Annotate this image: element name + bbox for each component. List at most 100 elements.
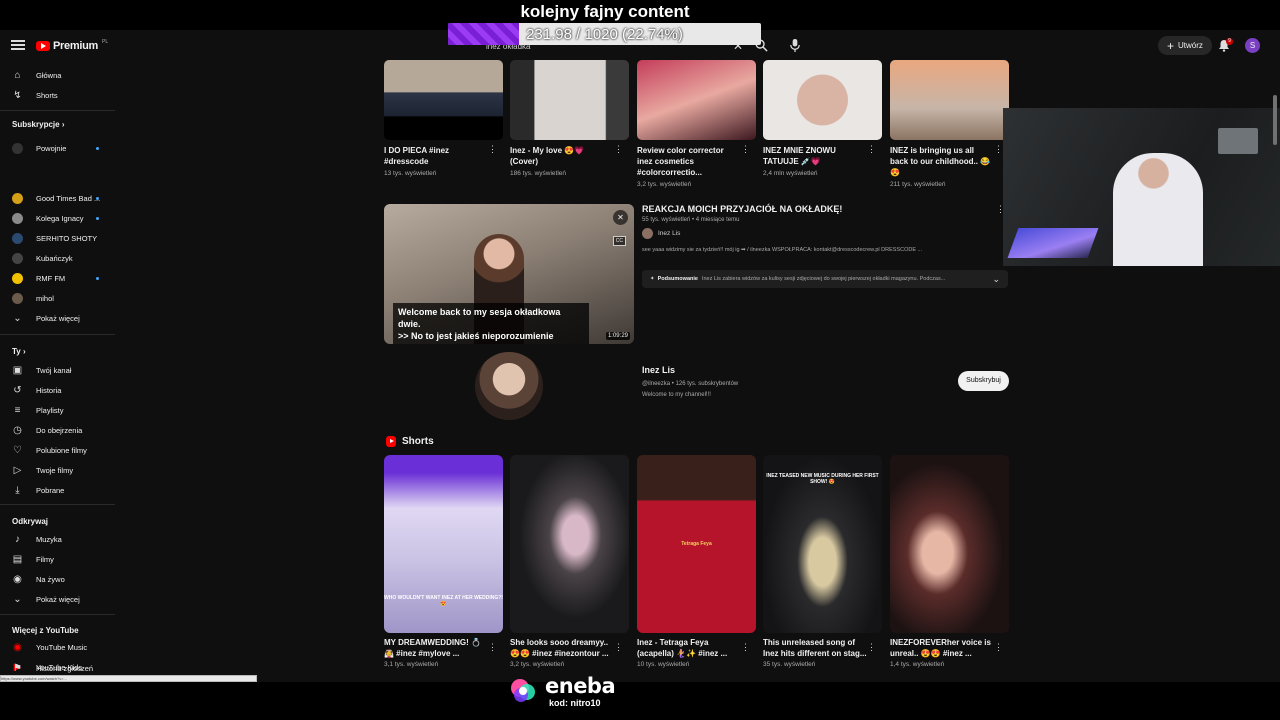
short-thumbnail[interactable]: [510, 455, 629, 633]
sidebar-item-playlists[interactable]: ≡ Playlisty: [0, 401, 115, 419]
short-title[interactable]: She looks sooo dreamyy.. 😍😍 #inez #inezo…: [510, 637, 614, 659]
video-thumbnail[interactable]: [637, 60, 756, 140]
sidebar-item-label: Historia zgłoszeń: [36, 663, 94, 673]
video-thumbnail[interactable]: [510, 60, 629, 140]
video-card[interactable]: Review color corrector inez cosmetics #c…: [637, 60, 756, 188]
more-options-icon[interactable]: ⋮: [614, 145, 623, 154]
video-title[interactable]: Review color corrector inez cosmetics #c…: [637, 145, 741, 178]
sidebar-item-music[interactable]: ♪ Muzyka: [0, 530, 115, 548]
video-title[interactable]: Inez - My love 😍💗 (Cover): [510, 145, 614, 167]
video-title[interactable]: INEZ MNIE ZNOWU TATUUJE 💉💗: [763, 145, 867, 167]
more-options-icon[interactable]: ⋮: [867, 145, 876, 154]
video-thumbnail[interactable]: [763, 60, 882, 140]
sidebar-item-your-channel[interactable]: ▣ Twój kanał: [0, 361, 115, 379]
your-videos-icon: ▷: [13, 464, 22, 476]
subscription-item[interactable]: Kubańczyk: [0, 249, 115, 267]
video-duration: 1:09:29: [605, 332, 630, 340]
like-icon: ♡: [13, 444, 22, 456]
short-card[interactable]: INEZFOREVERher voice is unreal.. 😍😍 #ine…: [890, 455, 1009, 668]
subscription-item[interactable]: mihol: [0, 289, 115, 307]
sidebar-item-label: Historia: [36, 385, 62, 395]
you-heading[interactable]: Ty ›: [12, 347, 26, 356]
video-card[interactable]: I DO PIECA #inez #dresscode 13 tys. wyśw…: [384, 60, 503, 177]
sidebar-item-watch-later[interactable]: ◷ Do obejrzenia: [0, 421, 115, 439]
subscription-item[interactable]: Kolega Ignacy: [0, 209, 115, 227]
short-card[interactable]: WHO WOULDN'T WANT INEZ AT HER WEDDING?! …: [384, 455, 503, 668]
mute-icon[interactable]: ✕: [613, 210, 628, 225]
video-card[interactable]: INEZ is bringing us all back to our chil…: [890, 60, 1009, 188]
microphone-icon[interactable]: [788, 38, 802, 53]
short-thumbnail[interactable]: [890, 455, 1009, 633]
sidebar-item-downloads[interactable]: ⤓ Pobrane: [0, 481, 115, 499]
featured-video-player[interactable]: ✕ CC Welcome back to my sesja okładkowa …: [384, 204, 634, 344]
more-options-icon[interactable]: ⋮: [614, 643, 623, 652]
sidebar-item-liked[interactable]: ♡ Polubione filmy: [0, 441, 115, 459]
chevron-down-icon[interactable]: ⌄: [992, 274, 1000, 285]
more-options-icon[interactable]: ⋮: [488, 145, 497, 154]
sidebar-item-live[interactable]: ◉ Na żywo: [0, 570, 115, 588]
short-card[interactable]: She looks sooo dreamyy.. 😍😍 #inez #inezo…: [510, 455, 629, 668]
sidebar-item-label: Kubańczyk: [36, 253, 73, 263]
sidebar-item-your-videos[interactable]: ▷ Twoje filmy: [0, 461, 115, 479]
sidebar-item-home[interactable]: ⌂ Główna: [0, 66, 115, 84]
summary-label: Podsumowanie: [657, 276, 698, 282]
more-options-icon[interactable]: ⋮: [741, 145, 750, 154]
short-thumbnail[interactable]: WHO WOULDN'T WANT INEZ AT HER WEDDING?! …: [384, 455, 503, 633]
account-avatar[interactable]: S: [1245, 38, 1260, 53]
short-card[interactable]: INEZ TEASED NEW MUSIC DURING HER FIRST S…: [763, 455, 882, 668]
short-views: 1,4 tys. wyświetleń: [890, 661, 945, 668]
hamburger-menu-icon[interactable]: [11, 40, 25, 50]
show-more-explore[interactable]: ⌄ Pokaż więcej: [0, 590, 115, 608]
short-title[interactable]: Inez - Tetraga Feya (acapella) 🧜‍♀️✨ #in…: [637, 637, 741, 659]
more-options-icon[interactable]: ⋮: [867, 643, 876, 652]
short-title[interactable]: This unreleased song of Inez hits differ…: [763, 637, 867, 659]
video-card[interactable]: Inez - My love 😍💗 (Cover) 186 tys. wyświ…: [510, 60, 629, 177]
featured-video-title[interactable]: REAKCJA MOICH PRZYJACIÓŁ NA OKŁADKĘ!: [642, 204, 1002, 214]
channel-avatar-large[interactable]: [475, 352, 543, 420]
short-title[interactable]: MY DREAMWEDDING! 💍👰 #inez #mylove ...: [384, 637, 488, 659]
video-title[interactable]: INEZ is bringing us all back to our chil…: [890, 145, 994, 178]
create-button[interactable]: + Utwórz: [1158, 36, 1212, 55]
page-scrollbar[interactable]: [1273, 95, 1277, 145]
ai-summary-bar[interactable]: ✦ Podsumowanie Inez Lis zabiera widzów z…: [642, 270, 1008, 288]
show-more-subscriptions[interactable]: ⌄ Pokaż więcej: [0, 309, 115, 327]
channel-name[interactable]: Inez Lis: [642, 365, 675, 375]
history-icon: ↺: [13, 384, 22, 396]
video-thumbnail[interactable]: [384, 60, 503, 140]
notification-count-badge: 9: [1226, 38, 1233, 45]
more-options-icon[interactable]: ⋮: [994, 145, 1003, 154]
channel-avatar: [12, 192, 23, 204]
sidebar-item-movies[interactable]: ▤ Filmy: [0, 550, 115, 568]
closed-captions-icon[interactable]: CC: [612, 236, 626, 246]
subscribe-button[interactable]: Subskrybuj: [958, 371, 1009, 391]
video-views: 3,2 tys. wyświetleń: [637, 181, 692, 188]
video-thumbnail[interactable]: [890, 60, 1009, 140]
short-title[interactable]: INEZFOREVERher voice is unreal.. 😍😍 #ine…: [890, 637, 994, 659]
more-options-icon[interactable]: ⋮: [488, 643, 497, 652]
sparkle-icon: ✦: [650, 276, 655, 282]
sidebar-item-label: YouTube Music: [36, 642, 88, 652]
subscriptions-heading[interactable]: Subskrypcje ›: [12, 120, 64, 129]
short-thumbnail[interactable]: Tetraga Feya: [637, 455, 756, 633]
youtube-premium-logo[interactable]: Premium PL: [36, 39, 109, 52]
subscription-item[interactable]: Good Times Bad ...: [0, 189, 115, 207]
short-thumbnail[interactable]: INEZ TEASED NEW MUSIC DURING HER FIRST S…: [763, 455, 882, 633]
subscription-item[interactable]: Powojnie: [0, 139, 115, 157]
sidebar-item-history[interactable]: ↺ Historia: [0, 381, 115, 399]
short-card[interactable]: Tetraga Feya Inez - Tetraga Feya (acapel…: [637, 455, 756, 668]
video-views: 211 tys. wyświetleń: [890, 181, 946, 188]
new-content-dot: [96, 146, 99, 150]
sidebar-item-youtube-music[interactable]: ◉ YouTube Music: [0, 638, 115, 656]
featured-channel[interactable]: Inez Lis: [642, 228, 1002, 239]
logo-country: PL: [101, 39, 109, 45]
subscription-item[interactable]: SERHITO SHOTY: [0, 229, 115, 247]
video-card[interactable]: INEZ MNIE ZNOWU TATUUJE 💉💗 2,4 mln wyświ…: [763, 60, 882, 177]
channel-avatar: [12, 142, 23, 154]
video-views: 186 tys. wyświetleń: [510, 170, 566, 177]
subscription-item[interactable]: RMF FM: [0, 269, 115, 287]
more-options-icon[interactable]: ⋮: [741, 643, 750, 652]
sidebar-item-label: mihol: [36, 293, 54, 303]
video-title[interactable]: I DO PIECA #inez #dresscode: [384, 145, 488, 167]
sidebar-item-shorts[interactable]: ↯ Shorts: [0, 86, 115, 104]
more-options-icon[interactable]: ⋮: [994, 643, 1003, 652]
